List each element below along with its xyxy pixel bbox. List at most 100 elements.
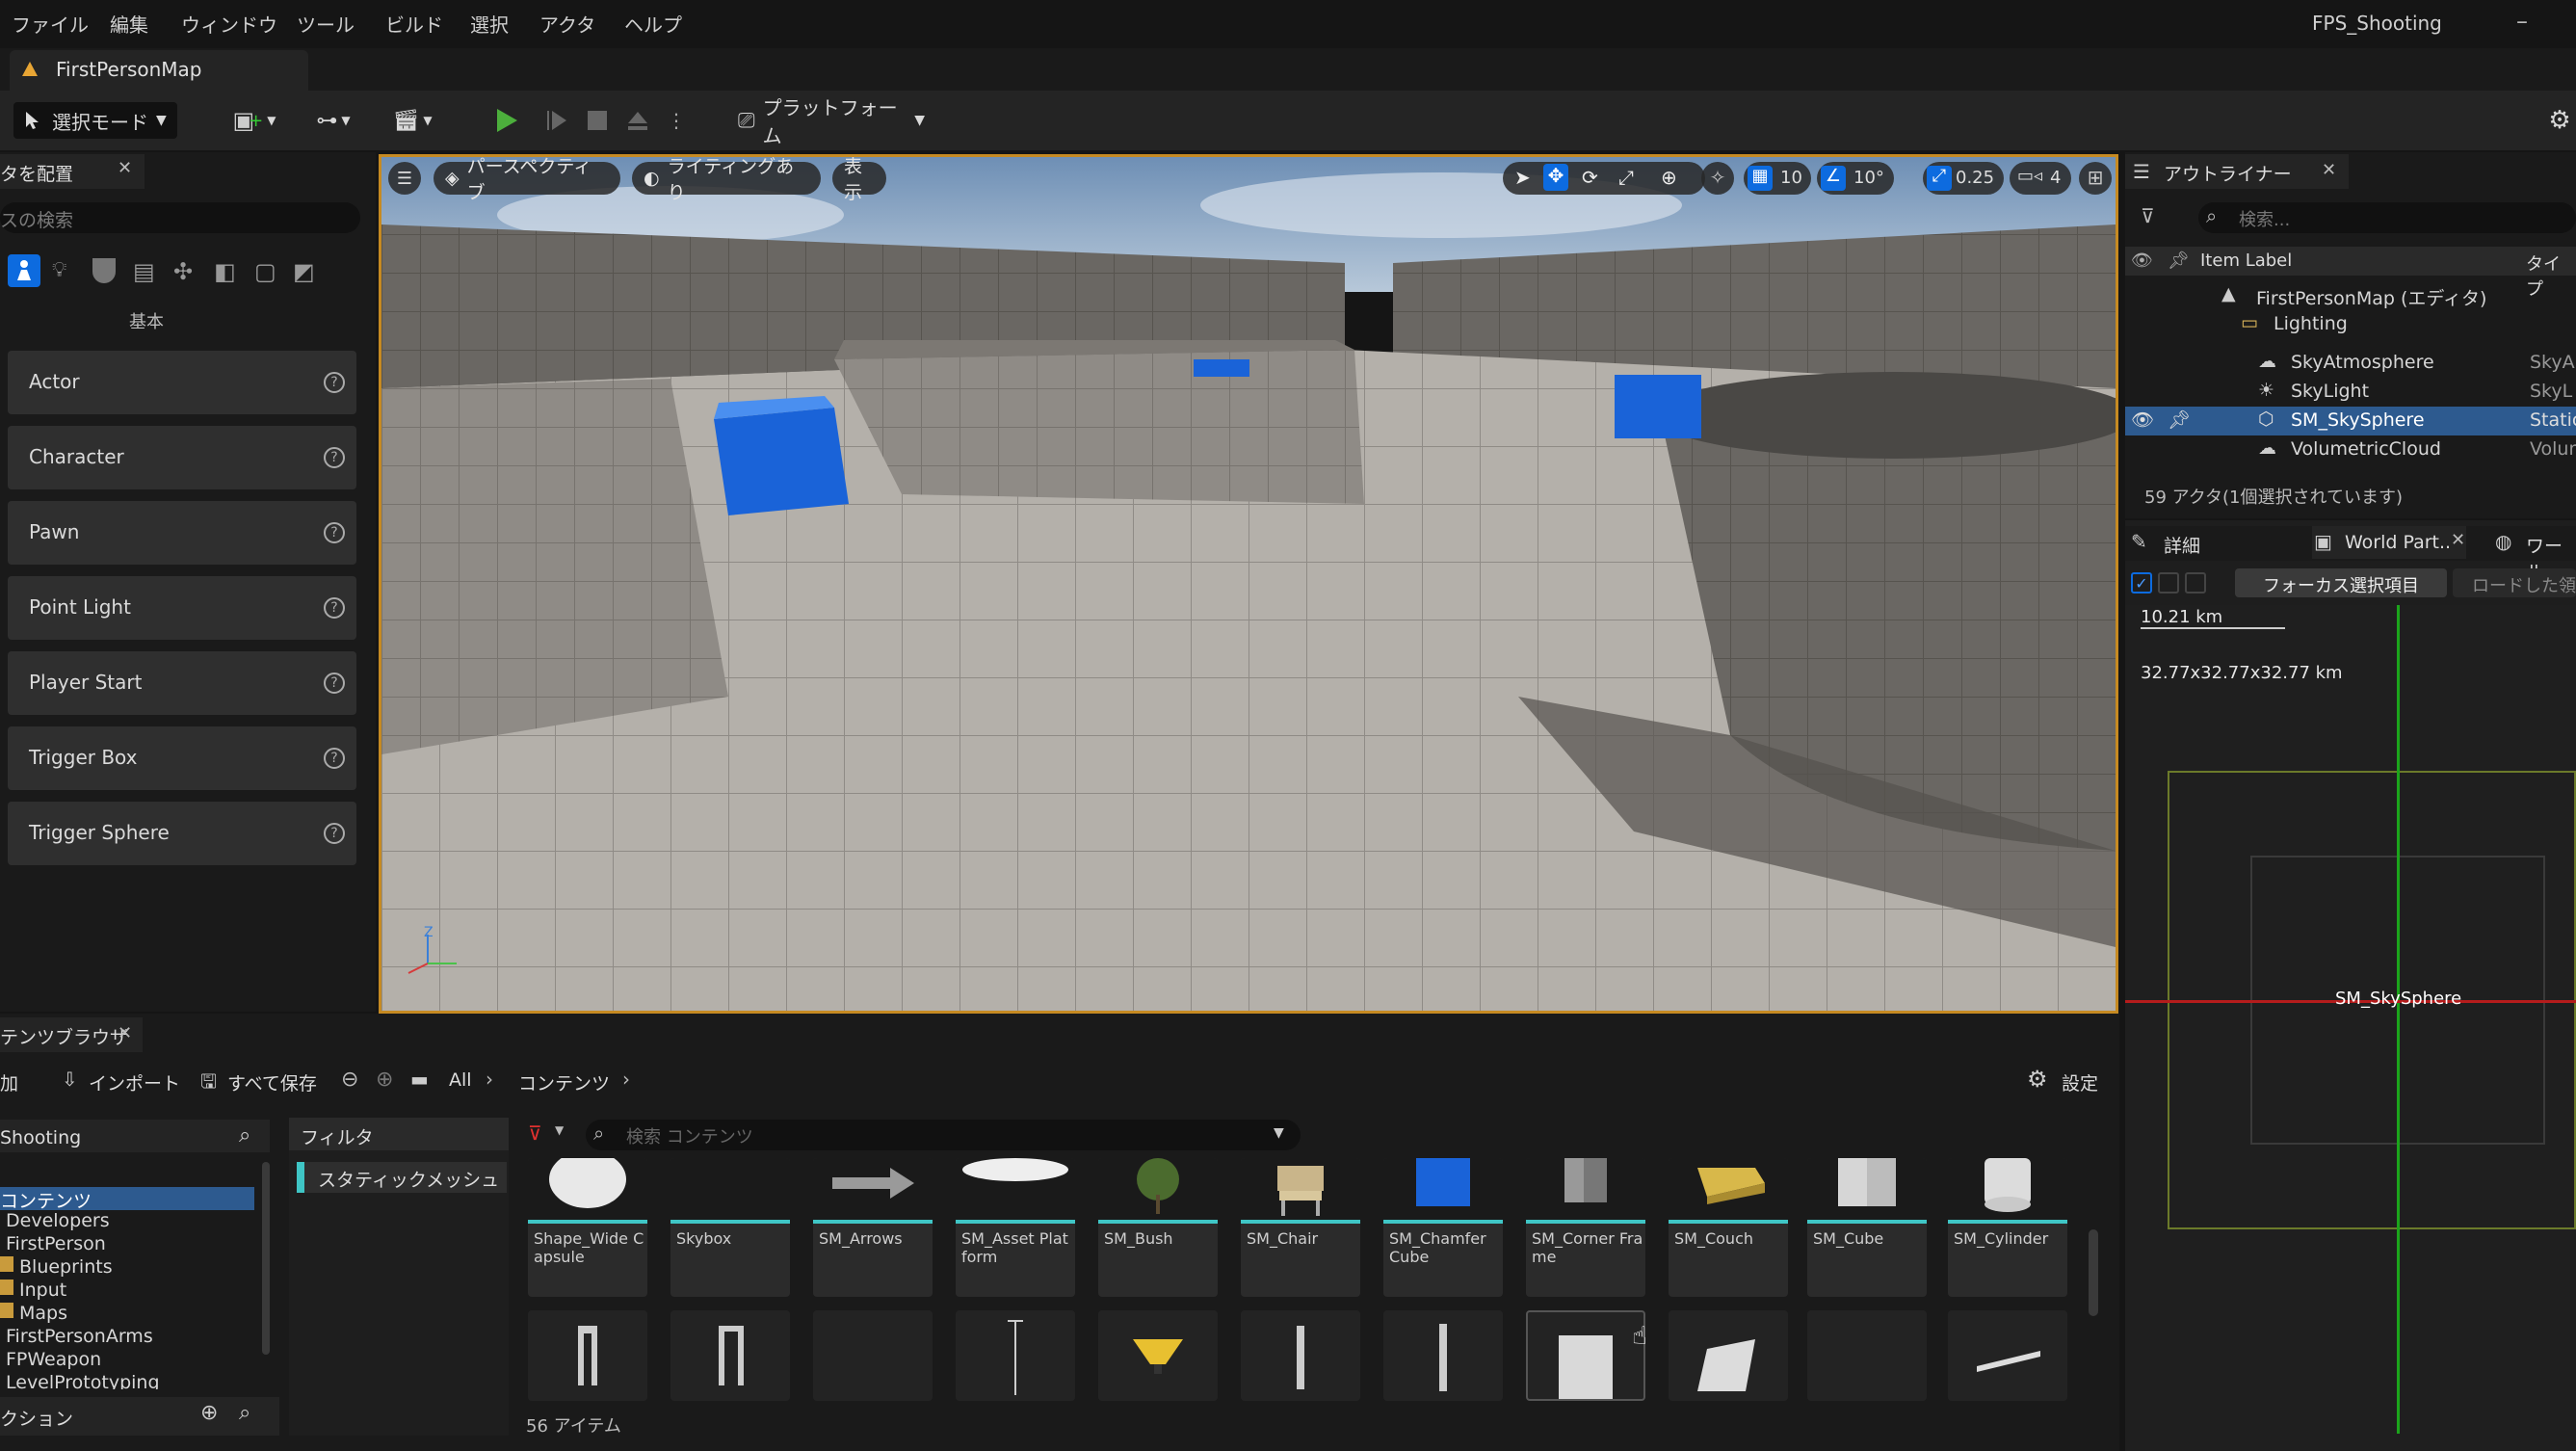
platforms-button[interactable]: ⎚ プラットフォーム ▼: [732, 96, 925, 147]
outliner-row[interactable]: ▲ FirstPersonMap (エディタ): [2125, 281, 2576, 310]
place-item-player-start[interactable]: Player Start ?: [8, 651, 356, 715]
rotate-tool-icon[interactable]: ⟳: [1582, 166, 1598, 189]
menu-actor[interactable]: アクタ: [539, 10, 595, 38]
menu-window[interactable]: ウィンドウ: [181, 10, 277, 38]
filter-icon[interactable]: ⊽: [528, 1121, 542, 1145]
forward-icon[interactable]: ⊕: [376, 1068, 393, 1092]
help-icon[interactable]: ?: [324, 522, 345, 543]
asset-tile[interactable]: [1098, 1310, 1218, 1401]
eye-icon[interactable]: 👁︎: [2131, 251, 2153, 271]
select-tool-icon[interactable]: ➤: [1514, 166, 1531, 189]
close-icon[interactable]: ✕: [2451, 530, 2465, 550]
help-icon[interactable]: ?: [324, 673, 345, 694]
level-viewport[interactable]: [379, 154, 2118, 1014]
asset-tile[interactable]: Shape_Wide Capsule: [528, 1158, 647, 1297]
asset-tile[interactable]: SM_Asset Platform: [956, 1158, 1075, 1297]
column-item-label[interactable]: Item Label: [2200, 251, 2292, 271]
close-icon[interactable]: ✕: [118, 158, 132, 178]
minimize-button[interactable]: –: [2516, 8, 2528, 35]
asset-tile[interactable]: [528, 1310, 647, 1401]
outliner-row[interactable]: ☁︎ SkyAtmosphere SkyA: [2125, 349, 2576, 378]
asset-tile[interactable]: SM_Bush: [1098, 1158, 1218, 1297]
checkbox[interactable]: [2185, 572, 2206, 594]
shield-icon[interactable]: [92, 258, 116, 283]
add-button[interactable]: 加: [0, 1069, 18, 1095]
surface-snap-icon[interactable]: ✧: [1701, 162, 1734, 195]
layout-icon[interactable]: ⊞: [2079, 162, 2112, 195]
world-space-icon[interactable]: ⊕: [1661, 166, 1677, 189]
volumes-icon[interactable]: ▢: [254, 258, 276, 285]
place-item-pawn[interactable]: Pawn ?: [8, 501, 356, 565]
asset-tile[interactable]: SM_Cube: [1807, 1158, 1927, 1297]
help-icon[interactable]: ?: [324, 597, 345, 619]
all-classes-icon[interactable]: ◩: [293, 258, 315, 285]
place-item-actor[interactable]: Actor ?: [8, 351, 356, 414]
search-icon[interactable]: ⌕: [239, 1401, 250, 1425]
menu-edit[interactable]: 編集: [110, 10, 148, 38]
tree-item[interactable]: コンテンツ: [0, 1187, 92, 1213]
play-button[interactable]: [489, 102, 524, 139]
perspective-button[interactable]: ◈ パースペクティブ: [434, 156, 620, 203]
settings-button[interactable]: ⚙: [2545, 102, 2574, 139]
tree-item[interactable]: FirstPerson: [6, 1233, 106, 1254]
gear-icon[interactable]: ⚙: [2027, 1066, 2048, 1093]
tree-item[interactable]: Blueprints: [19, 1256, 113, 1278]
outliner-row[interactable]: ☀︎ SkyLight SkyL: [2125, 378, 2576, 407]
close-icon[interactable]: ✕: [118, 1023, 132, 1043]
eye-icon[interactable]: 👁︎: [2131, 409, 2154, 431]
asset-tile[interactable]: [1241, 1310, 1360, 1401]
tree-item[interactable]: LevelPrototyping: [6, 1372, 160, 1389]
cinematic-icon[interactable]: ▤: [133, 258, 155, 285]
pin-icon[interactable]: 📌︎: [2168, 409, 2191, 431]
tree-item[interactable]: FirstPersonArms: [6, 1326, 153, 1347]
add-collection-icon[interactable]: ⊕: [200, 1401, 218, 1425]
menu-help[interactable]: ヘルプ: [624, 10, 682, 38]
checkbox[interactable]: [2158, 572, 2179, 594]
visual-effects-icon[interactable]: ✣: [173, 258, 193, 285]
help-icon[interactable]: ?: [324, 447, 345, 468]
focus-selection-button[interactable]: フォーカス選択項目: [2235, 568, 2447, 597]
asset-tile[interactable]: SM_Couch: [1669, 1158, 1788, 1297]
asset-tile[interactable]: SM_Arrows: [813, 1158, 933, 1297]
translate-tool-icon[interactable]: ✥: [1543, 164, 1568, 191]
show-button[interactable]: 表示: [832, 156, 886, 203]
asset-tile[interactable]: [1383, 1310, 1503, 1401]
back-icon[interactable]: ⊖: [341, 1068, 358, 1092]
step-button[interactable]: [541, 102, 572, 139]
blueprint-button[interactable]: ⊶ ▼: [304, 102, 362, 139]
tree-item[interactable]: FPWeapon: [6, 1349, 101, 1370]
search-icon[interactable]: ⌕: [239, 1123, 250, 1148]
place-item-point-light[interactable]: Point Light ?: [8, 576, 356, 640]
lighting-mode-button[interactable]: ◐ ライティングあり: [632, 156, 821, 203]
menu-tools[interactable]: ツール: [297, 10, 355, 38]
asset-tile[interactable]: [956, 1310, 1075, 1401]
settings-button[interactable]: 設定: [2062, 1069, 2098, 1095]
outliner-row-selected[interactable]: 👁︎ 📌︎ ⬡ SM_SkySphere Static: [2125, 407, 2576, 435]
tree-scrollbar[interactable]: [262, 1162, 270, 1355]
select-mode-button[interactable]: 選択モード ▼: [13, 102, 177, 139]
hamburger-icon[interactable]: ☰: [388, 162, 421, 195]
asset-tile[interactable]: [670, 1310, 790, 1401]
asset-tile[interactable]: [1669, 1310, 1788, 1401]
light-bulb-icon[interactable]: 💡︎: [52, 258, 66, 282]
menu-build[interactable]: ビルド: [385, 10, 443, 38]
place-item-trigger-sphere[interactable]: Trigger Sphere ?: [8, 802, 356, 865]
checkbox-checked[interactable]: ✓: [2131, 572, 2152, 594]
asset-tile-hovered[interactable]: [1526, 1310, 1645, 1401]
close-icon[interactable]: ✕: [2322, 160, 2336, 180]
asset-tile[interactable]: [1807, 1310, 1927, 1401]
scale-tool-icon[interactable]: ⤢: [1618, 166, 1634, 189]
play-options-button[interactable]: ⋮: [665, 102, 688, 139]
menu-file[interactable]: ファイル: [12, 10, 89, 38]
eject-button[interactable]: [622, 102, 653, 139]
help-icon[interactable]: ?: [324, 372, 345, 393]
outliner-row[interactable]: ▭ Lighting: [2125, 310, 2576, 339]
tree-root-label[interactable]: Shooting: [0, 1127, 81, 1148]
menu-select[interactable]: 選択: [470, 10, 509, 38]
geometry-icon[interactable]: ◧: [214, 258, 236, 285]
tree-item[interactable]: Developers: [6, 1210, 110, 1231]
cinematics-button[interactable]: 🎬︎ ▼: [383, 102, 441, 139]
save-all-button[interactable]: すべて保存: [227, 1069, 317, 1095]
asset-tile[interactable]: SM_Cylinder: [1948, 1158, 2067, 1297]
place-item-trigger-box[interactable]: Trigger Box ?: [8, 726, 356, 790]
